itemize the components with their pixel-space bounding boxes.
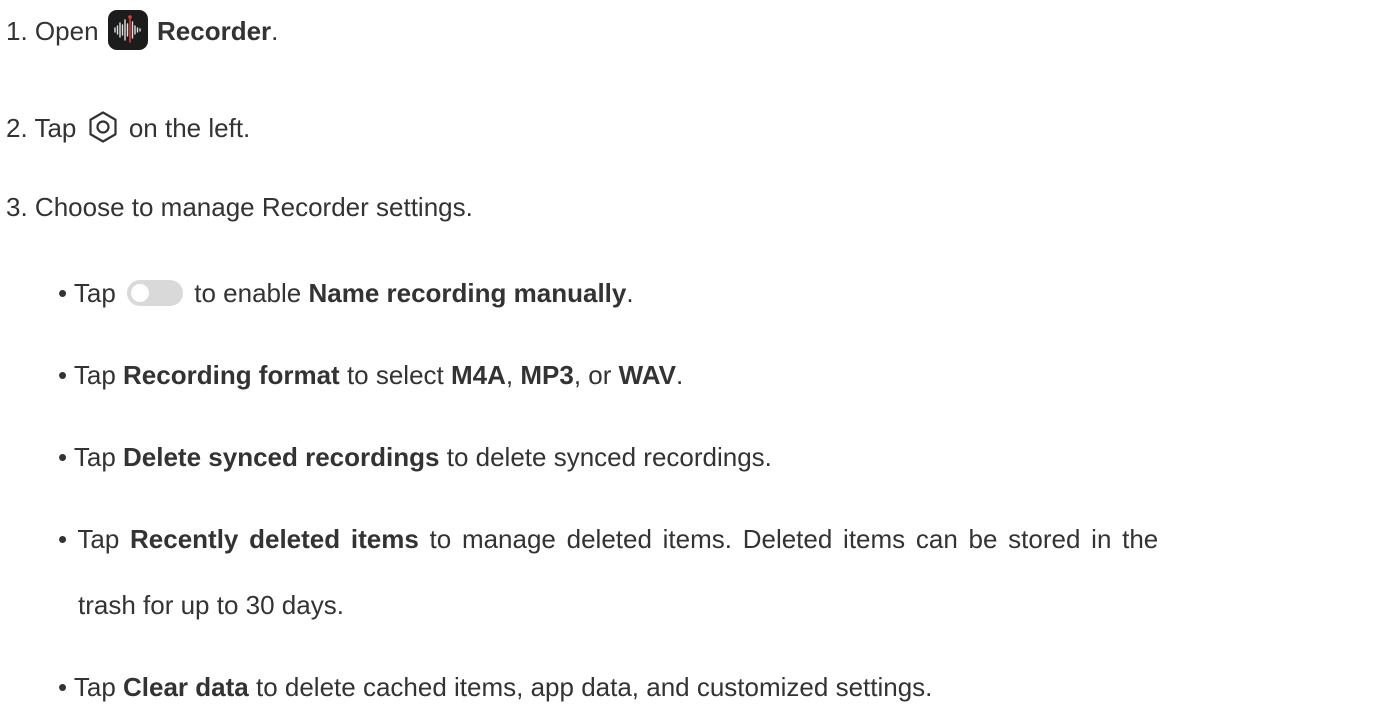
step-2-text: Tap — [34, 113, 77, 143]
format-m4a: M4A — [451, 360, 506, 390]
bullet-recording-format: • Tap Recording format to select M4A, MP… — [58, 357, 683, 393]
bullet-4-bold: Recently deleted items — [130, 524, 419, 554]
bullet-1-text: to enable — [194, 278, 302, 308]
bullet-3-text: to delete synced recordings. — [446, 442, 772, 472]
bullet-3-tap: • Tap — [58, 442, 116, 472]
bullet-2-comma: , — [505, 360, 514, 390]
bullet-5-bold: Clear data — [123, 672, 249, 702]
toggle-knob — [131, 284, 150, 303]
step-3-number: 3. — [6, 192, 28, 222]
bullet-4-text: to manage deleted items. Deleted items c… — [429, 524, 1159, 554]
recorder-app-name: Recorder — [157, 16, 272, 46]
step-1-period: . — [271, 16, 279, 46]
step-2-number: 2. — [6, 113, 28, 143]
bullet-2-tap: • Tap — [58, 360, 116, 390]
bullet-recently-deleted: • Tap Recently deleted items to manage d… — [58, 521, 1158, 557]
bullet-recently-deleted-continued: trash for up to 30 days. — [78, 587, 344, 623]
settings-gear-icon — [86, 110, 120, 144]
bullet-2-period: . — [675, 360, 684, 390]
bullet-5-text: to delete cached items, app data, and cu… — [255, 672, 933, 702]
recorder-app-icon — [107, 10, 148, 51]
bullet-2-or: , or — [573, 360, 612, 390]
bullet-name-recording: • Tap to enable Name recording manually. — [58, 275, 634, 311]
bullet-delete-synced: • Tap Delete synced recordings to delete… — [58, 439, 772, 475]
step-1: 1. Open Recorder. — [6, 10, 279, 53]
step-1-text: Open — [34, 16, 99, 46]
bullet-4-tap: • Tap — [58, 524, 120, 554]
bullet-1-period: . — [626, 278, 634, 308]
step-3-text: Choose to manage Recorder settings. — [34, 192, 473, 222]
toggle-switch-off-icon — [127, 280, 184, 307]
format-wav: WAV — [618, 360, 676, 390]
bullet-2-bold: Recording format — [123, 360, 340, 390]
bullet-1-bold: Name recording manually — [308, 278, 627, 308]
step-2-text-end: on the left. — [128, 113, 251, 143]
step-1-number: 1. — [6, 16, 28, 46]
bullet-clear-data: • Tap Clear data to delete cached items,… — [58, 669, 932, 705]
bullet-2-text: to select — [346, 360, 444, 390]
step-2: 2. Tap on the left. — [6, 110, 250, 147]
bullet-3-bold: Delete synced recordings — [123, 442, 440, 472]
format-mp3: MP3 — [520, 360, 574, 390]
bullet-4-text-continued: trash for up to 30 days. — [78, 590, 344, 620]
step-3: 3. Choose to manage Recorder settings. — [6, 189, 473, 225]
bullet-5-tap: • Tap — [58, 672, 116, 702]
bullet-1-tap: • Tap — [58, 278, 116, 308]
